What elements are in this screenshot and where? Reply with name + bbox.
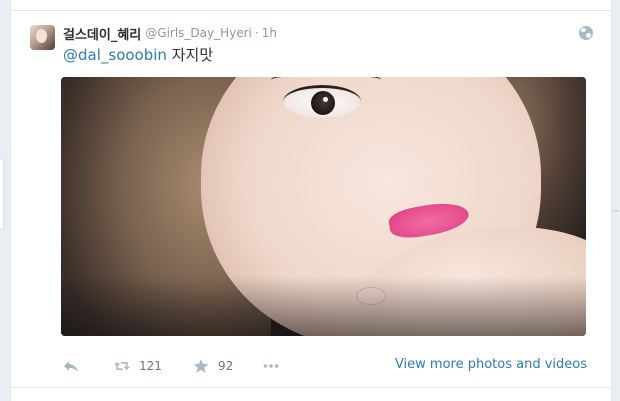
left-panel-edge — [0, 158, 4, 230]
mention-link[interactable]: @dal_sooobin — [63, 46, 167, 64]
photo-shadow — [61, 276, 586, 336]
tweet-header: 걸스데이_혜리 @Girls_Day_Hyeri · 1h — [63, 24, 277, 43]
retweet-icon — [114, 362, 130, 370]
more-button[interactable] — [263, 357, 279, 375]
view-more-link[interactable]: View more photos and videos — [395, 357, 587, 372]
divider-bottom — [11, 387, 611, 388]
photo-eye — [283, 85, 361, 118]
reply-button[interactable] — [63, 357, 79, 375]
favorite-count: 92 — [218, 359, 234, 373]
reply-icon — [64, 361, 78, 372]
retweet-button[interactable]: 121 — [114, 357, 162, 375]
retweet-count: 121 — [139, 359, 162, 373]
separator-dot: · — [254, 26, 259, 40]
right-panel-edge — [613, 210, 619, 212]
tweet-photo[interactable] — [61, 77, 586, 336]
divider-top — [11, 10, 611, 11]
tweet-body: 자지맛 — [171, 46, 214, 64]
globe-icon — [579, 26, 593, 40]
star-icon — [193, 359, 209, 373]
avatar-face — [36, 29, 47, 43]
username[interactable]: @Girls_Day_Hyeri — [145, 26, 252, 40]
avatar[interactable] — [30, 25, 55, 50]
favorite-button[interactable]: 92 — [193, 357, 233, 375]
more-dots-icon — [263, 364, 279, 368]
photo-iris — [311, 91, 335, 115]
photo-eye-glint — [323, 97, 328, 102]
tweet-text: @dal_sooobin 자지맛 — [63, 44, 213, 65]
tweet-actions: 121 92 View more photos and videos — [11, 355, 611, 377]
tweet-card[interactable]: 걸스데이_혜리 @Girls_Day_Hyeri · 1h @dal_sooob… — [10, 0, 612, 401]
timestamp[interactable]: 1h — [262, 26, 277, 40]
display-name[interactable]: 걸스데이_혜리 — [63, 24, 141, 43]
